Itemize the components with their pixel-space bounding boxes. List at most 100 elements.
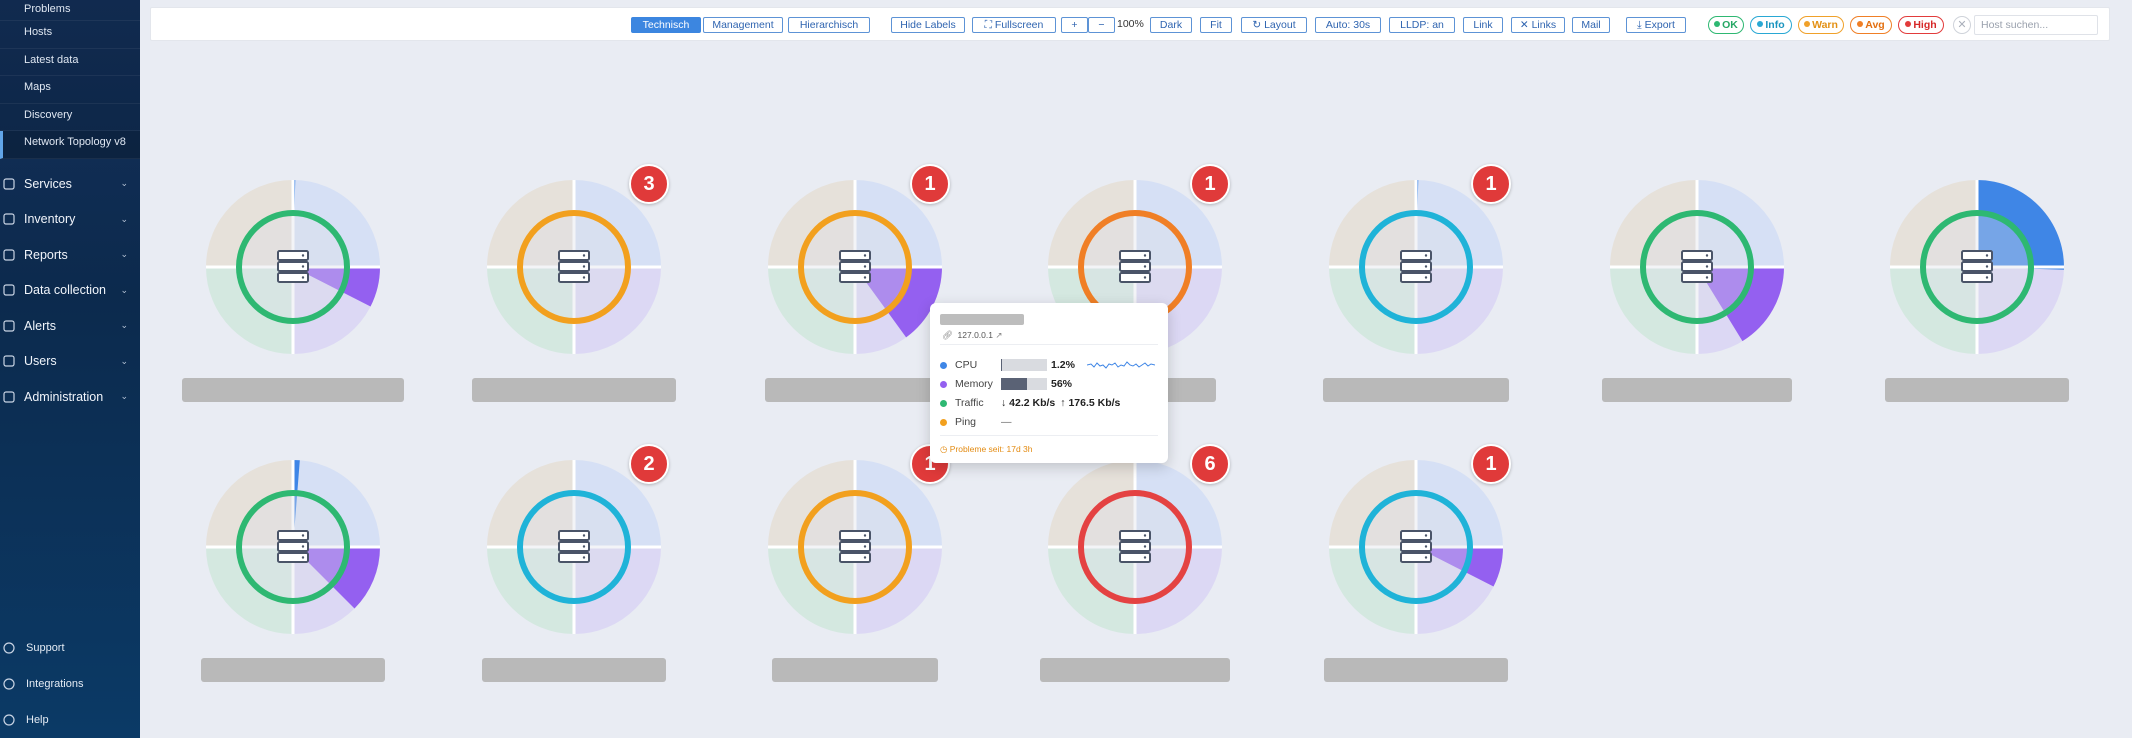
topology-host-node[interactable]: 1 [1321,164,1521,402]
problem-count-badge[interactable]: 6 [1190,444,1230,484]
host-label-redacted[interactable] [772,658,938,682]
links-button[interactable]: ✕ Links [1511,17,1565,33]
topology-host-node[interactable]: 1 [760,444,960,682]
host-label-redacted[interactable] [182,378,404,402]
administration-icon [2,390,20,404]
host-label-redacted[interactable] [201,658,385,682]
sidebar-item-latest-data[interactable]: Latest data [0,48,140,76]
sidebar-item-hosts[interactable]: Hosts [0,21,140,49]
sidebar-item-label: Reports [24,247,68,262]
topology-host-node[interactable]: 6 [1040,444,1240,682]
zoom-out-button[interactable]: − [1088,17,1115,33]
reports-icon [2,248,20,262]
sidebar-item-users[interactable]: Users ⌄ [0,344,140,380]
filter-info-button[interactable]: Info [1750,16,1792,34]
host-label-redacted[interactable] [1324,658,1508,682]
host-label-redacted[interactable] [1323,378,1509,402]
host-label-redacted[interactable] [1885,378,2069,402]
host-search-input[interactable] [1974,15,2098,35]
server-icon [558,250,590,283]
host-label-redacted[interactable] [482,658,666,682]
services-icon [2,177,20,191]
ping-value: — [1001,416,1012,428]
chevron-down-icon: ⌄ [120,391,128,401]
tab-technisch[interactable]: Technisch [631,17,701,33]
problem-count-badge[interactable]: 1 [1471,164,1511,204]
data-collection-icon [2,283,20,297]
inventory-icon [2,212,20,226]
bottom-nav: Support Integrations Help [0,630,140,738]
layout-button[interactable]: ↻ Layout [1241,17,1307,33]
clear-filter-icon[interactable]: ✕ [1953,16,1971,34]
host-metric-donut [206,180,380,354]
host-label-redacted[interactable] [1602,378,1792,402]
cpu-bar [1001,359,1047,371]
sidebar-item-discovery[interactable]: Discovery [0,103,140,131]
problem-count-badge[interactable]: 2 [629,444,669,484]
sidebar-item-reports[interactable]: Reports ⌄ [0,237,140,273]
memory-bar-fill [1001,378,1027,390]
sidebar-item-alerts[interactable]: Alerts ⌄ [0,308,140,344]
topology-host-node[interactable]: 3 [472,164,679,402]
fit-button[interactable]: Fit [1200,17,1232,33]
topology-host-node[interactable] [182,172,404,402]
fullscreen-button[interactable]: ⛶ Fullscreen [972,17,1056,33]
external-link-icon[interactable]: ↗︎ [995,330,1002,340]
sidebar-item-label: Support [26,642,65,654]
topology-host-node[interactable]: 1 [1321,444,1521,682]
problem-count-badge[interactable]: 3 [629,164,669,204]
filter-ok-button[interactable]: OK [1708,16,1744,34]
server-icon [1119,530,1151,563]
filter-info-label: Info [1765,19,1785,31]
export-button[interactable]: ⤓ Export [1626,17,1686,33]
cpu-label: CPU [955,359,978,371]
cpu-sparkline [1086,361,1155,369]
sidebar-item-maps[interactable]: Maps [0,76,140,104]
host-metric-donut [1890,180,2064,354]
dark-mode-button[interactable]: Dark [1150,17,1192,33]
mail-button[interactable]: Mail [1572,17,1610,33]
sidebar-item-label: Users [24,354,57,369]
problem-count-badge[interactable]: 1 [1471,444,1511,484]
topology-host-node[interactable]: 2 [479,444,679,682]
sidebar-item-services[interactable]: Services ⌄ [0,166,140,202]
sidebar-item-support[interactable]: Support [0,630,140,666]
topology-host-node[interactable] [1882,172,2082,402]
filter-warn-button[interactable]: Warn [1798,16,1844,34]
sidebar-item-data-collection[interactable]: Data collection ⌄ [0,273,140,309]
filter-ok-label: OK [1722,19,1738,31]
filter-avg-button[interactable]: Avg [1850,16,1892,34]
host-label-redacted[interactable] [1040,658,1230,682]
server-icon [1400,530,1432,563]
sidebar-item-administration[interactable]: Administration ⌄ [0,379,140,415]
host-label-redacted[interactable] [765,378,945,402]
filter-high-button[interactable]: High [1898,16,1944,34]
integrations-icon [2,677,20,691]
sidebar-item-help[interactable]: Help [0,702,140,738]
sidebar-item-network-topology[interactable]: Network Topology v8 [0,131,140,159]
auto-refresh-button[interactable]: Auto: 30s [1315,17,1381,33]
problem-count-badge[interactable]: 1 [910,164,950,204]
sidebar-item-label: Services [24,176,72,191]
sidebar-item-inventory[interactable]: Inventory ⌄ [0,202,140,238]
traffic-up-value: ↑ 176.5 Kb/s [1060,397,1121,409]
zoom-in-button[interactable]: + [1061,17,1088,33]
link-icon: 🔗︎ [942,330,953,340]
lldp-toggle-button[interactable]: LLDP: an [1389,17,1455,33]
tooltip-host-address[interactable]: 🔗︎ 127.0.0.1 ↗︎ [942,330,1002,341]
hide-labels-button[interactable]: Hide Labels [891,17,965,33]
topology-host-node[interactable] [1602,172,1802,402]
host-label-redacted[interactable] [472,378,676,402]
tab-hierarchisch[interactable]: Hierarchisch [788,17,870,33]
sidebar-item-integrations[interactable]: Integrations [0,666,140,702]
topology-host-node[interactable] [198,452,398,682]
problem-count-badge[interactable]: 1 [1190,164,1230,204]
link-button[interactable]: Link [1463,17,1503,33]
sidebar-item-label: Data collection [24,283,106,298]
help-icon [2,713,20,727]
sidebar-item-problems[interactable]: Problems [0,0,140,21]
traffic-dot [940,399,947,407]
server-icon [1961,250,1993,283]
server-icon [1119,250,1151,283]
tab-management[interactable]: Management [703,17,783,33]
